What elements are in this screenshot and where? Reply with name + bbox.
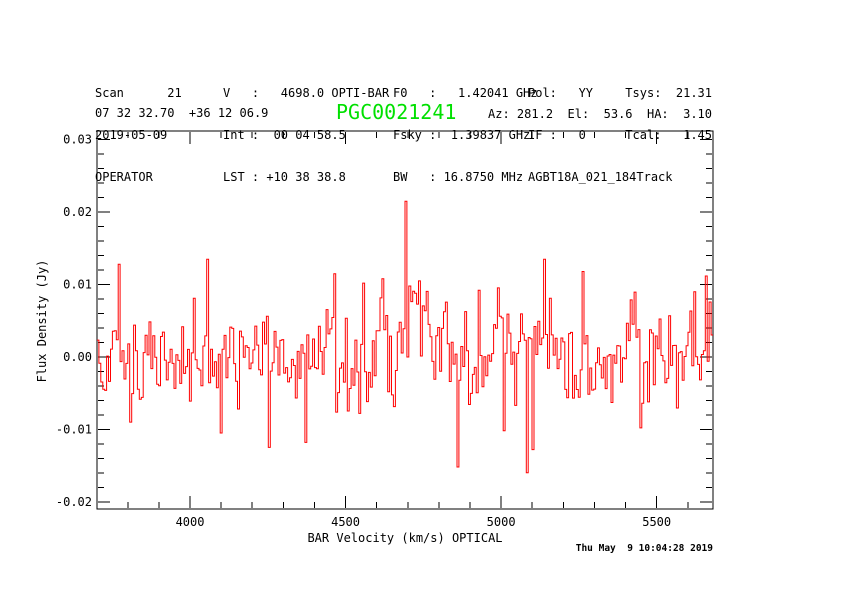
spectrum-plot: 4000 4500 5000 5500 -0.02 -0.01 0.00 0.01 0.02 0.… xyxy=(0,0,842,595)
svg-text:5500: 5500 xyxy=(642,515,671,529)
svg-text:5000: 5000 xyxy=(487,515,516,529)
x-axis-ticks xyxy=(128,132,688,508)
svg-text:-0.02: -0.02 xyxy=(56,495,92,509)
gbtidl-spectrum-display: { "header": { "col1": ["Scan 21", "2019-… xyxy=(0,0,842,595)
svg-text:4500: 4500 xyxy=(331,515,360,529)
svg-text:0.03: 0.03 xyxy=(63,133,92,147)
y-axis-title: Flux Density (Jy) xyxy=(35,260,49,383)
x-axis-title: BAR Velocity (km/s) OPTICAL xyxy=(307,531,502,545)
svg-text:0.00: 0.00 xyxy=(63,350,92,364)
spectrum-line xyxy=(97,201,713,473)
tick-labels: 4000 4500 5000 5500 -0.02 -0.01 0.00 0.01 0.02 0.… xyxy=(56,133,671,529)
svg-text:-0.01: -0.01 xyxy=(56,422,92,436)
svg-text:0.02: 0.02 xyxy=(63,205,92,219)
svg-text:4000: 4000 xyxy=(176,515,205,529)
svg-text:0.01: 0.01 xyxy=(63,278,92,292)
